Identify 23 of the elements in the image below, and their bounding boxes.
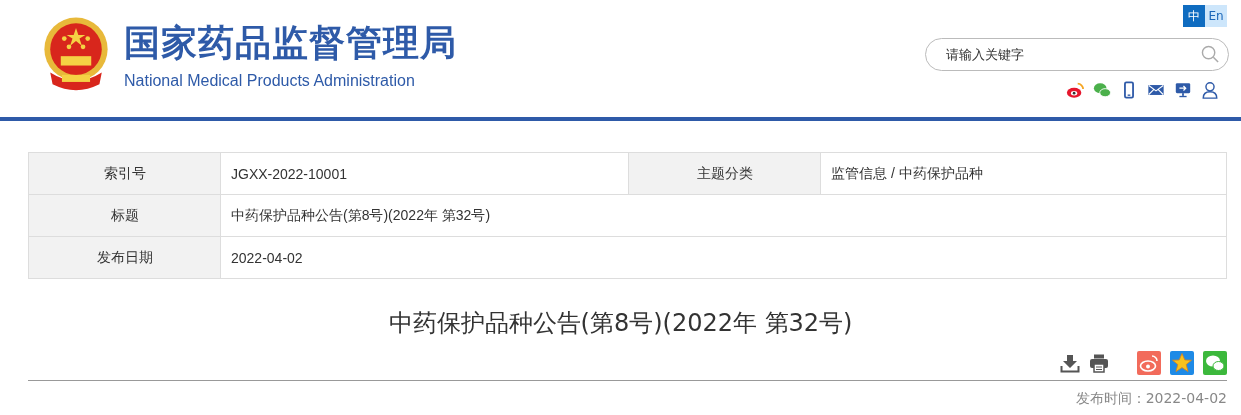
field-value: 监管信息 / 中药保护品种: [830, 163, 984, 183]
field-label: 主题分类: [629, 153, 821, 194]
publish-time: 发布时间：2022-04-02: [1075, 390, 1227, 408]
field-label: 发布日期: [29, 237, 221, 278]
star-share-icon[interactable]: [1170, 351, 1194, 375]
print-icon[interactable]: [1089, 353, 1109, 373]
user-icon[interactable]: [1201, 81, 1219, 99]
language-tab[interactable]: 中: [1183, 5, 1205, 27]
field-label: 索引号: [29, 153, 221, 194]
weibo-share-icon[interactable]: [1137, 351, 1161, 375]
language-tab[interactable]: En: [1205, 5, 1227, 27]
download-icon[interactable]: [1060, 353, 1080, 373]
wechat-share-icon[interactable]: [1203, 351, 1227, 375]
site-subtitle: National Medical Products Administration: [124, 72, 416, 90]
weibo-icon[interactable]: [1066, 81, 1084, 99]
wechat-icon[interactable]: [1093, 81, 1111, 99]
article-title: 中药保护品种公告(第8号)(2022年 第32号): [387, 308, 854, 339]
field-value: 中药保护品种公告(第8号)(2022年 第32号): [230, 205, 492, 225]
site-title: 国家药品监督管理局: [124, 21, 457, 65]
field-label: 标题: [29, 195, 221, 236]
monitor-icon[interactable]: [1174, 81, 1192, 99]
search-field[interactable]: 请输入关键字: [925, 38, 1229, 71]
field-value: 2022-04-02: [230, 248, 304, 268]
